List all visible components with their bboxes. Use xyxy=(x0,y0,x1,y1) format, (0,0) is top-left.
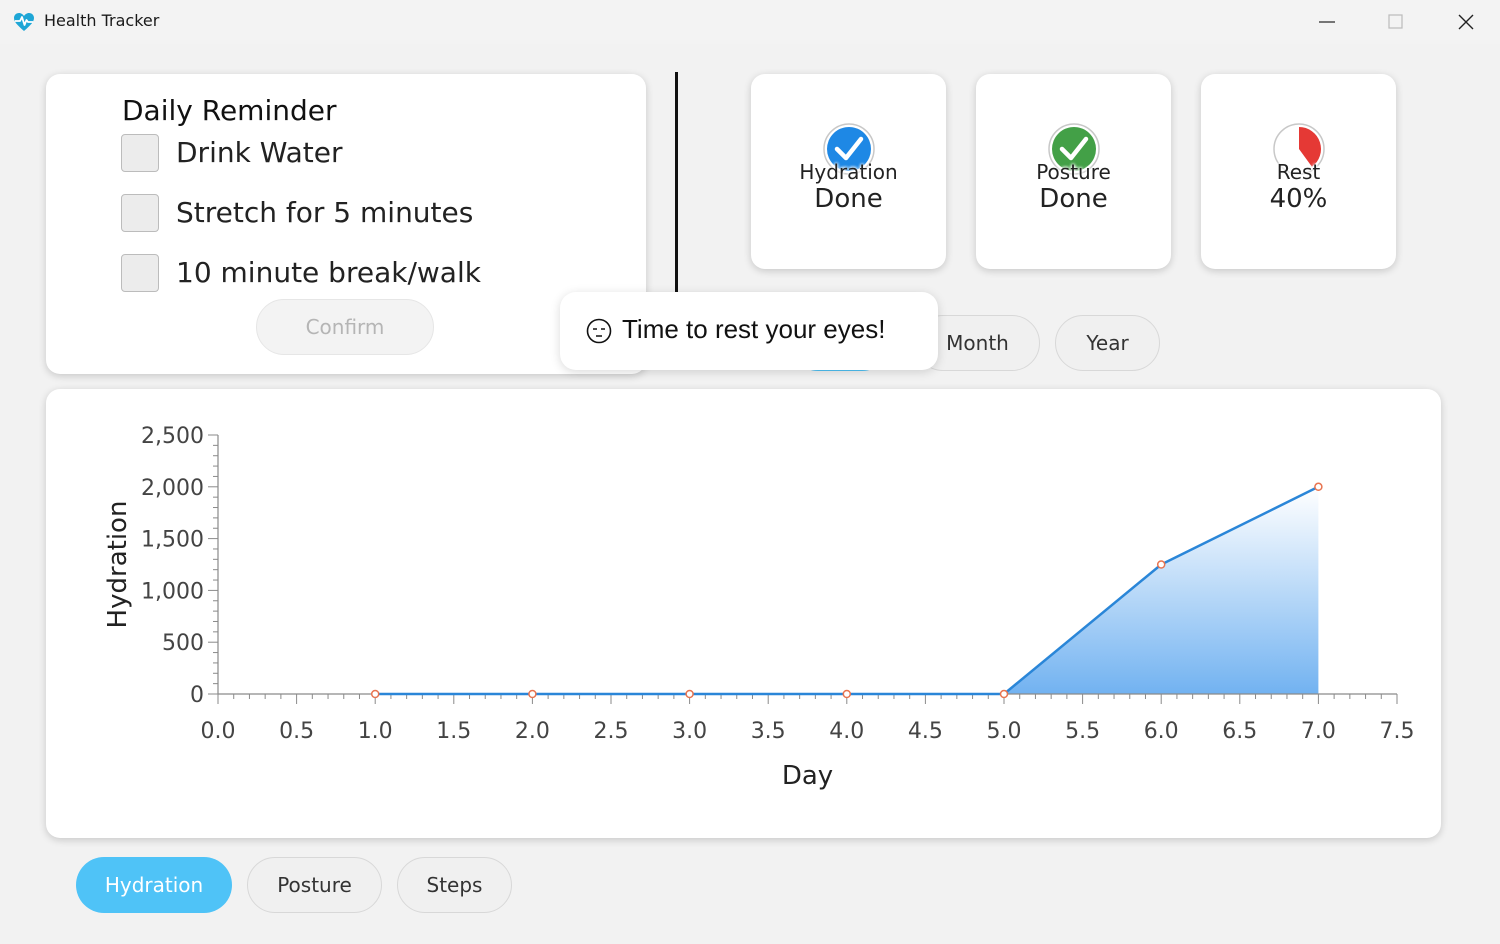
confirm-button[interactable]: Confirm xyxy=(256,299,434,355)
x-tick-label: 2.0 xyxy=(515,719,550,744)
data-point xyxy=(685,689,694,699)
data-point xyxy=(370,689,380,699)
hydration-status-card: Hydration Done xyxy=(751,74,946,269)
data-point xyxy=(999,689,1009,699)
x-tick-label: 3.0 xyxy=(672,719,707,744)
x-tick-label: 0.0 xyxy=(201,719,236,744)
reminder-item-stretch[interactable]: Stretch for 5 minutes xyxy=(121,194,601,234)
maximize-button[interactable] xyxy=(1361,0,1431,44)
x-tick-label: 2.5 xyxy=(594,719,629,744)
app-title: Health Tracker xyxy=(44,11,160,30)
title-bar: Health Tracker xyxy=(0,0,1500,44)
x-tick-label: 4.0 xyxy=(829,719,864,744)
reminder-title: Daily Reminder xyxy=(122,94,337,127)
x-tick-label: 5.0 xyxy=(987,719,1022,744)
reminder-item-drink-water[interactable]: Drink Water xyxy=(121,134,601,174)
stat-value: Done xyxy=(1039,184,1108,214)
close-button[interactable] xyxy=(1431,0,1500,44)
x-tick-label: 6.0 xyxy=(1144,719,1179,744)
metric-tab-hydration[interactable]: Hydration xyxy=(76,857,232,913)
x-tick-label: 1.5 xyxy=(436,719,471,744)
hydration-chart: 0.0 0.5 1.0 1.5 2.0 2.5 3.0 3.5 4.0 4.5 5.0 5.5 6.0 6… xyxy=(103,424,1415,791)
metric-tab-steps[interactable]: Steps xyxy=(397,857,512,913)
maximize-icon xyxy=(1388,14,1403,29)
toast-message: Time to rest your eyes! xyxy=(622,314,886,344)
y-tick-label: 0 xyxy=(190,683,204,708)
checkbox[interactable] xyxy=(121,134,159,172)
minimize-icon xyxy=(1319,21,1335,23)
reminder-label: Stretch for 5 minutes xyxy=(176,196,474,229)
sleepy-face-icon xyxy=(586,318,612,344)
x-tick-label: 6.5 xyxy=(1222,719,1257,744)
y-tick-label: 2,500 xyxy=(141,424,204,449)
close-icon xyxy=(1458,14,1474,30)
stat-label: Posture xyxy=(1036,160,1111,184)
data-point xyxy=(842,689,852,699)
metric-tab-posture[interactable]: Posture xyxy=(247,857,382,913)
reminder-label: Drink Water xyxy=(176,136,343,169)
x-tick-label: 1.0 xyxy=(358,719,393,744)
stat-label: Hydration xyxy=(799,160,898,184)
x-tick-label: 7.0 xyxy=(1301,719,1336,744)
range-tab-year[interactable]: Year xyxy=(1055,315,1160,371)
minimize-button[interactable] xyxy=(1292,0,1362,44)
x-tick-label: 0.5 xyxy=(279,719,314,744)
data-point xyxy=(1156,560,1166,569)
daily-reminder-card: Daily Reminder Drink Water Stretch for 5… xyxy=(46,74,646,374)
stat-value: 40% xyxy=(1269,184,1328,214)
reminder-item-break-walk[interactable]: 10 minute break/walk xyxy=(121,254,601,294)
data-point xyxy=(1314,482,1323,492)
stat-value: Done xyxy=(814,184,883,214)
checkbox[interactable] xyxy=(121,254,159,292)
checkbox[interactable] xyxy=(121,194,159,232)
stat-label: Rest xyxy=(1276,160,1321,184)
area-fill xyxy=(375,486,1319,694)
y-tick-label: 500 xyxy=(162,631,204,656)
y-tick-label: 1,000 xyxy=(141,579,204,604)
rest-status-card: Rest 40% xyxy=(1201,74,1396,269)
y-axis-title: Hydration xyxy=(103,501,133,629)
heart-pulse-icon xyxy=(14,13,34,31)
reminder-label: 10 minute break/walk xyxy=(176,256,481,289)
y-tick-label: 2,000 xyxy=(141,476,204,501)
x-tick-label: 3.5 xyxy=(751,719,786,744)
y-tick-label: 1,500 xyxy=(141,528,204,553)
data-point xyxy=(528,689,537,699)
hydration-chart-card: 0.0 0.5 1.0 1.5 2.0 2.5 3.0 3.5 4.0 4.5 5.0 5.5 6.0 6… xyxy=(46,389,1441,838)
x-tick-label: 7.5 xyxy=(1380,719,1415,744)
x-tick-label: 4.5 xyxy=(908,719,943,744)
x-tick-label: 5.5 xyxy=(1065,719,1100,744)
x-axis-title: Day xyxy=(782,761,833,791)
vertical-divider xyxy=(675,72,678,292)
posture-status-card: Posture Done xyxy=(976,74,1171,269)
rest-eyes-toast[interactable]: Time to rest your eyes! xyxy=(560,292,938,370)
